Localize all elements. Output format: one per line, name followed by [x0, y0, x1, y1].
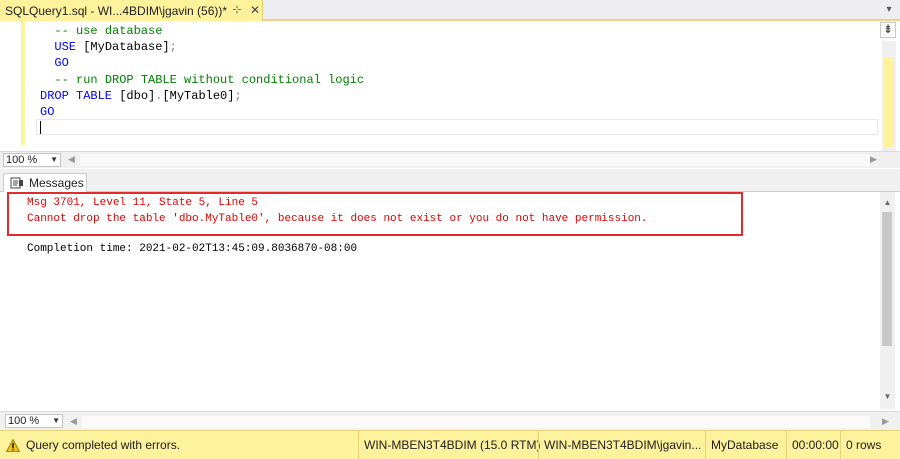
document-tab-strip: SQLQuery1.sql - WI...4BDIM\jgavin (56))*…: [0, 0, 900, 21]
current-line-highlight: [36, 119, 878, 135]
code-line-5: DROP TABLE [dbo].[MyTable0];: [40, 88, 242, 103]
change-tracking-margin: [21, 21, 25, 145]
scroll-up-icon[interactable]: ▲: [880, 198, 895, 207]
code-line-2: USE [MyDatabase];: [54, 40, 177, 55]
warning-icon: [6, 438, 20, 452]
split-editor-icon[interactable]: ⇟: [880, 22, 896, 38]
code-area[interactable]: -- use database USE [MyDatabase]; GO -- …: [40, 23, 364, 120]
query-editor[interactable]: -- use database USE [MyDatabase]; GO -- …: [0, 21, 900, 151]
editor-scroll-thumb[interactable]: [884, 57, 894, 147]
editor-horizontal-scrollbar[interactable]: [80, 154, 870, 166]
error-message-header: Msg 3701, Level 11, State 5, Line 5: [27, 197, 259, 209]
code-line-3: GO: [54, 56, 69, 71]
query-tab-title: SQLQuery1.sql - WI...4BDIM\jgavin (56))*: [5, 3, 228, 18]
messages-icon: [10, 177, 23, 189]
editor-zoom-value: 100 %: [6, 154, 38, 166]
scroll-left-icon[interactable]: ◀: [68, 154, 75, 165]
editor-zoom-select[interactable]: 100 % ▼: [3, 153, 61, 167]
messages-scroll-thumb[interactable]: [882, 212, 892, 346]
scroll-left-icon[interactable]: ◀: [70, 416, 77, 427]
messages-pane[interactable]: Msg 3701, Level 11, State 5, Line 5 Cann…: [0, 192, 900, 409]
code-line-1: -- use database: [54, 24, 163, 38]
tab-messages[interactable]: Messages: [3, 173, 87, 192]
status-bar: Query completed with errors. WIN-MBEN3T4…: [0, 430, 900, 459]
completion-time-text: Completion time: 2021-02-02T13:45:09.803…: [27, 243, 358, 255]
chevron-down-icon[interactable]: ▾: [882, 3, 896, 17]
chevron-down-icon: ▼: [52, 416, 60, 425]
query-status: Query completed with errors.: [6, 438, 180, 452]
pin-icon[interactable]: ⊹: [230, 3, 244, 17]
messages-horizontal-scrollbar[interactable]: [82, 416, 870, 428]
status-message: Query completed with errors.: [26, 438, 181, 452]
chevron-down-icon: ▼: [50, 155, 58, 164]
status-elapsed-time: 00:00:00: [786, 431, 840, 459]
editor-zoom-bar: 100 % ▼ ◀ ▶: [0, 151, 900, 168]
status-row-count: 0 rows: [840, 431, 900, 459]
close-icon[interactable]: ✕: [248, 3, 262, 17]
scroll-down-icon[interactable]: ▼: [880, 392, 895, 401]
scroll-right-icon[interactable]: ▶: [882, 416, 889, 427]
text-caret: [40, 121, 41, 134]
messages-zoom-value: 100 %: [8, 415, 40, 427]
status-user: WIN-MBEN3T4BDIM\jgavin...: [538, 431, 705, 459]
status-database: MyDatabase: [705, 431, 786, 459]
code-line-4: -- run DROP TABLE without conditional lo…: [54, 72, 365, 87]
messages-zoom-bar: 100 % ▼ ◀ ▶: [0, 411, 900, 430]
messages-zoom-select[interactable]: 100 % ▼: [5, 414, 63, 428]
status-server: WIN-MBEN3T4BDIM (15.0 RTM): [358, 431, 540, 459]
messages-tab-label: Messages: [29, 176, 84, 190]
scroll-right-icon[interactable]: ▶: [870, 154, 877, 165]
error-message-text: Cannot drop the table 'dbo.MyTable0', be…: [27, 213, 648, 225]
results-tab-strip: Messages: [0, 169, 900, 192]
code-line-6: GO: [40, 104, 55, 119]
query-document-tab[interactable]: SQLQuery1.sql - WI...4BDIM\jgavin (56))*…: [0, 0, 263, 21]
